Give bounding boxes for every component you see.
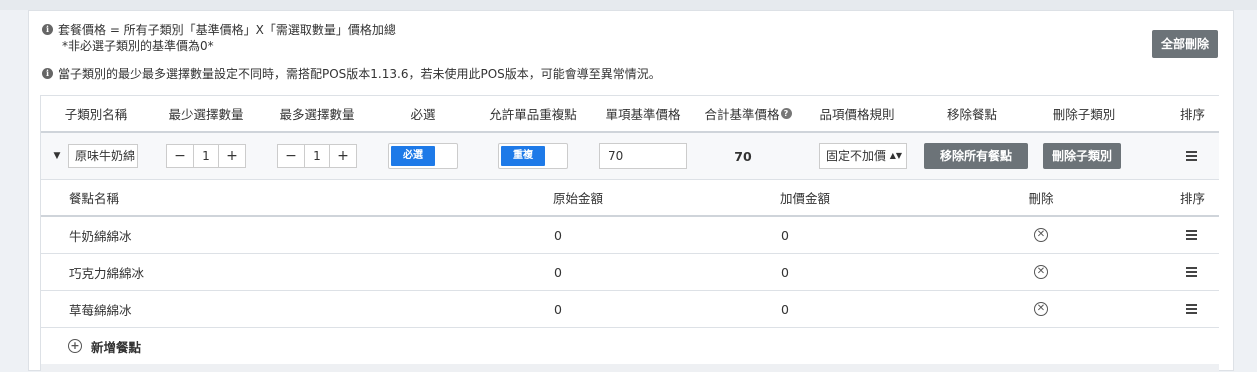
- max-qty-decrement-button[interactable]: −: [278, 145, 304, 167]
- items-header-row: 餐點名稱 原始金額 加價金額 刪除 排序: [41, 179, 1219, 215]
- header-item-name: 餐點名稱: [69, 190, 120, 206]
- delete-subcategory-button[interactable]: 刪除子類別: [1043, 143, 1121, 169]
- item-name: 巧克力綿綿冰: [69, 265, 145, 281]
- max-qty-stepper: − 1 +: [277, 144, 357, 168]
- add-item-label[interactable]: 新增餐點: [91, 337, 141, 356]
- circle-x-icon[interactable]: ✕: [1034, 228, 1048, 242]
- header-extra-price: 加價金額: [780, 190, 831, 206]
- remove-all-items-button[interactable]: 移除所有餐點: [924, 143, 1028, 169]
- subcategory-header-row: 子類別名稱 最少選擇數量 最多選擇數量 必選 允許單品重複點 單項基準價格 合計…: [41, 95, 1219, 131]
- question-icon[interactable]: ?: [780, 107, 792, 119]
- required-toggle[interactable]: 必選: [388, 143, 458, 169]
- header-required: 必選: [410, 106, 436, 122]
- sort-handle-icon[interactable]: [1185, 228, 1197, 242]
- header-max-qty: 最多選擇數量: [279, 106, 355, 122]
- formula-text: 套餐價格 = 所有子類別「基準價格」X「需選取數量」價格加總: [58, 23, 396, 37]
- circle-x-icon[interactable]: ✕: [1034, 302, 1048, 316]
- table-row: 牛奶綿綿冰 0 0 ✕: [41, 217, 1219, 253]
- version-warning-note: i 當子類別的最少最多選擇數量設定不同時，需搭配POS版本1.13.6，若未使用…: [42, 66, 661, 82]
- circle-plus-icon[interactable]: +: [68, 339, 82, 353]
- header-remove-items: 移除餐點: [946, 106, 997, 122]
- price-rule-select[interactable]: 固定不加價 ▲▼: [819, 143, 907, 169]
- table-row: 巧克力綿綿冰 0 0 ✕: [41, 254, 1219, 290]
- subcategory-row: ▼ 原味牛奶綿 − 1 + − 1 + 必選 重複 70 70 固定不加價 ▲▼…: [41, 133, 1219, 179]
- min-qty-value[interactable]: 1: [193, 145, 219, 167]
- item-name: 草莓綿綿冰: [69, 302, 132, 318]
- info-icon: i: [42, 24, 53, 35]
- min-qty-decrement-button[interactable]: −: [167, 145, 193, 167]
- sort-handle-icon[interactable]: [1185, 265, 1197, 279]
- top-strip: [0, 0, 1257, 10]
- subcategory-name-input[interactable]: 原味牛奶綿: [68, 144, 138, 168]
- allow-repeat-toggle-label: 重複: [501, 146, 545, 166]
- header-subcategory-name: 子類別名稱: [64, 106, 128, 122]
- item-extra-price: 0: [781, 301, 789, 317]
- max-qty-value[interactable]: 1: [304, 145, 330, 167]
- sort-handle-icon[interactable]: [1185, 302, 1197, 316]
- header-total-base-price: 合計基準價格?: [693, 95, 803, 131]
- required-toggle-label: 必選: [391, 146, 435, 166]
- item-extra-price: 0: [781, 227, 789, 243]
- header-delete: 刪除: [1028, 190, 1054, 206]
- non-required-text: *非必選子類別的基準價為0*: [62, 39, 214, 53]
- add-item-row[interactable]: + 新增餐點: [41, 328, 1219, 364]
- subcategory-table: 子類別名稱 最少選擇數量 最多選擇數量 必選 允許單品重複點 單項基準價格 合計…: [40, 95, 1219, 372]
- header-allow-repeat: 允許單品重複點: [489, 106, 577, 122]
- allow-repeat-toggle[interactable]: 重複: [498, 143, 568, 169]
- header-price-rule: 品項價格規則: [819, 106, 895, 122]
- max-qty-increment-button[interactable]: +: [330, 145, 356, 167]
- chevron-up-down-icon: ▲▼: [889, 151, 902, 160]
- price-formula-note: i 套餐價格 = 所有子類別「基準價格」X「需選取數量」價格加總 *非必選子類別…: [42, 22, 396, 54]
- item-name: 牛奶綿綿冰: [69, 228, 132, 244]
- header-sort: 排序: [1179, 106, 1205, 122]
- unit-base-price-input[interactable]: 70: [599, 143, 687, 169]
- item-extra-price: 0: [781, 264, 789, 280]
- min-qty-increment-button[interactable]: +: [219, 145, 245, 167]
- item-original-price: 0: [554, 227, 562, 243]
- caret-down-icon[interactable]: ▼: [51, 133, 63, 179]
- header-item-sort: 排序: [1179, 190, 1205, 206]
- header-unit-base-price: 單項基準價格: [605, 106, 681, 122]
- sort-handle-icon[interactable]: [1185, 149, 1197, 163]
- header-delete-subcategory: 刪除子類別: [1052, 106, 1116, 122]
- circle-x-icon[interactable]: ✕: [1034, 265, 1048, 279]
- min-qty-stepper: − 1 +: [166, 144, 246, 168]
- version-warning-text: 當子類別的最少最多選擇數量設定不同時，需搭配POS版本1.13.6，若未使用此P…: [58, 67, 661, 81]
- info-icon: i: [42, 68, 53, 79]
- total-base-price: 70: [734, 148, 752, 164]
- header-original-price: 原始金額: [553, 190, 604, 206]
- item-original-price: 0: [554, 301, 562, 317]
- delete-all-button[interactable]: 全部刪除: [1152, 30, 1218, 58]
- table-row: 草莓綿綿冰 0 0 ✕: [41, 291, 1219, 327]
- header-min-qty: 最少選擇數量: [168, 106, 244, 122]
- item-original-price: 0: [554, 264, 562, 280]
